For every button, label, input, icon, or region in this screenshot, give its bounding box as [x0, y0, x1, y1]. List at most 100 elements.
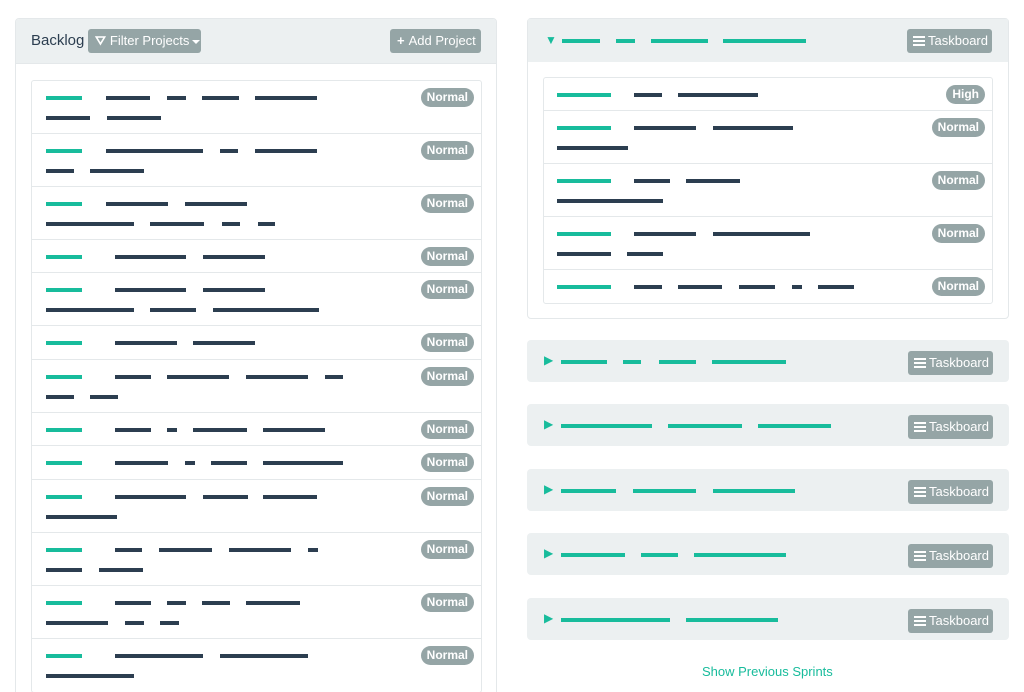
backlog-row[interactable]: Normal — [32, 326, 481, 360]
sprint-title-redacted — [561, 553, 625, 557]
backlog-row[interactable]: Normal — [32, 81, 481, 134]
taskboard-label: Taskboard — [929, 355, 989, 370]
backlog-row[interactable]: Normal — [32, 413, 481, 446]
task-text-redacted — [167, 428, 177, 432]
taskboard-button[interactable]: Taskboard — [908, 544, 993, 568]
task-text-redacted — [713, 126, 793, 130]
backlog-header: Backlog ⛛ Filter Projects + Add Project — [16, 19, 496, 64]
taskboard-label: Taskboard — [929, 484, 989, 499]
backlog-title: Backlog — [31, 32, 85, 49]
task-text-redacted — [115, 255, 186, 259]
task-id-redacted — [557, 93, 611, 97]
task-text-redacted — [634, 93, 662, 97]
backlog-row[interactable]: Normal — [32, 240, 481, 273]
task-text-redacted — [202, 96, 239, 100]
list-icon — [914, 551, 926, 561]
sprint-panel-collapsed[interactable]: ▶ Taskboard — [527, 469, 1009, 511]
backlog-row[interactable]: Normal — [32, 639, 481, 692]
sprint-panel-collapsed[interactable]: ▶ Taskboard — [527, 340, 1009, 382]
sprint-header[interactable]: ▼ Taskboard — [528, 19, 1008, 62]
sprint-panel-collapsed[interactable]: ▶ Taskboard — [527, 533, 1009, 575]
backlog-row[interactable]: Normal — [32, 533, 481, 586]
plus-icon: + — [397, 33, 405, 48]
collapse-triangle-icon[interactable]: ▼ — [545, 33, 557, 47]
sprint-header[interactable]: ▶ Taskboard — [527, 340, 1009, 384]
task-text-redacted — [255, 96, 317, 100]
list-icon — [914, 616, 926, 626]
backlog-list: Normal Normal Normal Normal Normal Normal Norm… — [31, 80, 482, 692]
backlog-row[interactable]: Normal — [32, 586, 481, 639]
task-text-redacted — [792, 285, 802, 289]
sprint-title-redacted — [562, 39, 600, 43]
priority-badge: Normal — [420, 367, 474, 386]
task-text-redacted — [46, 674, 134, 678]
task-id-redacted — [46, 548, 82, 552]
backlog-row[interactable]: Normal — [32, 360, 481, 413]
task-text-redacted — [115, 495, 186, 499]
sprint-header[interactable]: ▶ Taskboard — [527, 533, 1009, 577]
backlog-row[interactable]: Normal — [32, 446, 481, 480]
filter-projects-button[interactable]: ⛛ Filter Projects — [88, 29, 201, 53]
task-text-redacted — [167, 375, 229, 379]
taskboard-button[interactable]: Taskboard — [908, 415, 993, 439]
task-text-redacted — [634, 126, 696, 130]
sprint-title-redacted — [694, 553, 786, 557]
expand-triangle-icon[interactable]: ▶ — [544, 417, 553, 431]
task-text-redacted — [46, 515, 117, 519]
sprint-title-redacted — [712, 360, 786, 364]
taskboard-button[interactable]: Taskboard — [908, 480, 993, 504]
task-text-redacted — [150, 222, 204, 226]
sprint-task-row[interactable]: Normal — [544, 111, 992, 164]
backlog-row[interactable]: Normal — [32, 134, 481, 187]
sprint-header[interactable]: ▶ Taskboard — [527, 598, 1009, 642]
add-project-button[interactable]: + Add Project — [390, 29, 481, 53]
sprint-title-redacted — [641, 553, 678, 557]
backlog-row[interactable]: Normal — [32, 480, 481, 533]
task-text-redacted — [220, 654, 308, 658]
sprint-header[interactable]: ▶ Taskboard — [527, 404, 1009, 448]
priority-badge: Normal — [420, 247, 474, 266]
task-text-redacted — [46, 116, 90, 120]
priority-badge: Normal — [420, 593, 474, 612]
show-previous-sprints-link[interactable]: Show Previous Sprints — [702, 664, 833, 679]
task-text-redacted — [325, 375, 343, 379]
sprint-title-redacted — [616, 39, 635, 43]
task-id-redacted — [46, 495, 82, 499]
priority-badge: Normal — [420, 487, 474, 506]
sprint-task-row[interactable]: Normal — [544, 164, 992, 217]
expand-triangle-icon[interactable]: ▶ — [544, 482, 553, 496]
priority-badge: Normal — [420, 88, 474, 107]
task-text-redacted — [46, 222, 134, 226]
sprint-panel-collapsed[interactable]: ▶ Taskboard — [527, 404, 1009, 446]
sprint-task-row[interactable]: High — [544, 78, 992, 111]
expand-triangle-icon[interactable]: ▶ — [544, 353, 553, 367]
sprint-title-redacted — [686, 618, 778, 622]
sprint-task-list: High Normal Normal Normal Normal — [543, 77, 993, 304]
sprint-task-row[interactable]: Normal — [544, 217, 992, 270]
sprint-title-redacted — [713, 489, 795, 493]
task-text-redacted — [160, 621, 179, 625]
task-text-redacted — [167, 96, 186, 100]
backlog-row[interactable]: Normal — [32, 187, 481, 240]
backlog-row[interactable]: Normal — [32, 273, 481, 326]
page: Backlog ⛛ Filter Projects + Add Project No… — [0, 0, 1024, 692]
priority-badge: Normal — [420, 453, 474, 472]
task-text-redacted — [263, 428, 325, 432]
sprint-title-redacted — [668, 424, 742, 428]
task-text-redacted — [229, 548, 291, 552]
task-id-redacted — [46, 96, 82, 100]
task-id-redacted — [46, 341, 82, 345]
taskboard-button[interactable]: Taskboard — [908, 351, 993, 375]
task-text-redacted — [115, 601, 151, 605]
taskboard-button[interactable]: Taskboard — [908, 609, 993, 633]
taskboard-button[interactable]: Taskboard — [907, 29, 992, 53]
expand-triangle-icon[interactable]: ▶ — [544, 611, 553, 625]
taskboard-label: Taskboard — [929, 419, 989, 434]
sprint-task-row[interactable]: Normal — [544, 270, 992, 303]
expand-triangle-icon[interactable]: ▶ — [544, 546, 553, 560]
sprint-panel-collapsed[interactable]: ▶ Taskboard — [527, 598, 1009, 640]
task-text-redacted — [627, 252, 663, 256]
task-text-redacted — [193, 341, 255, 345]
task-text-redacted — [167, 601, 186, 605]
sprint-header[interactable]: ▶ Taskboard — [527, 469, 1009, 513]
